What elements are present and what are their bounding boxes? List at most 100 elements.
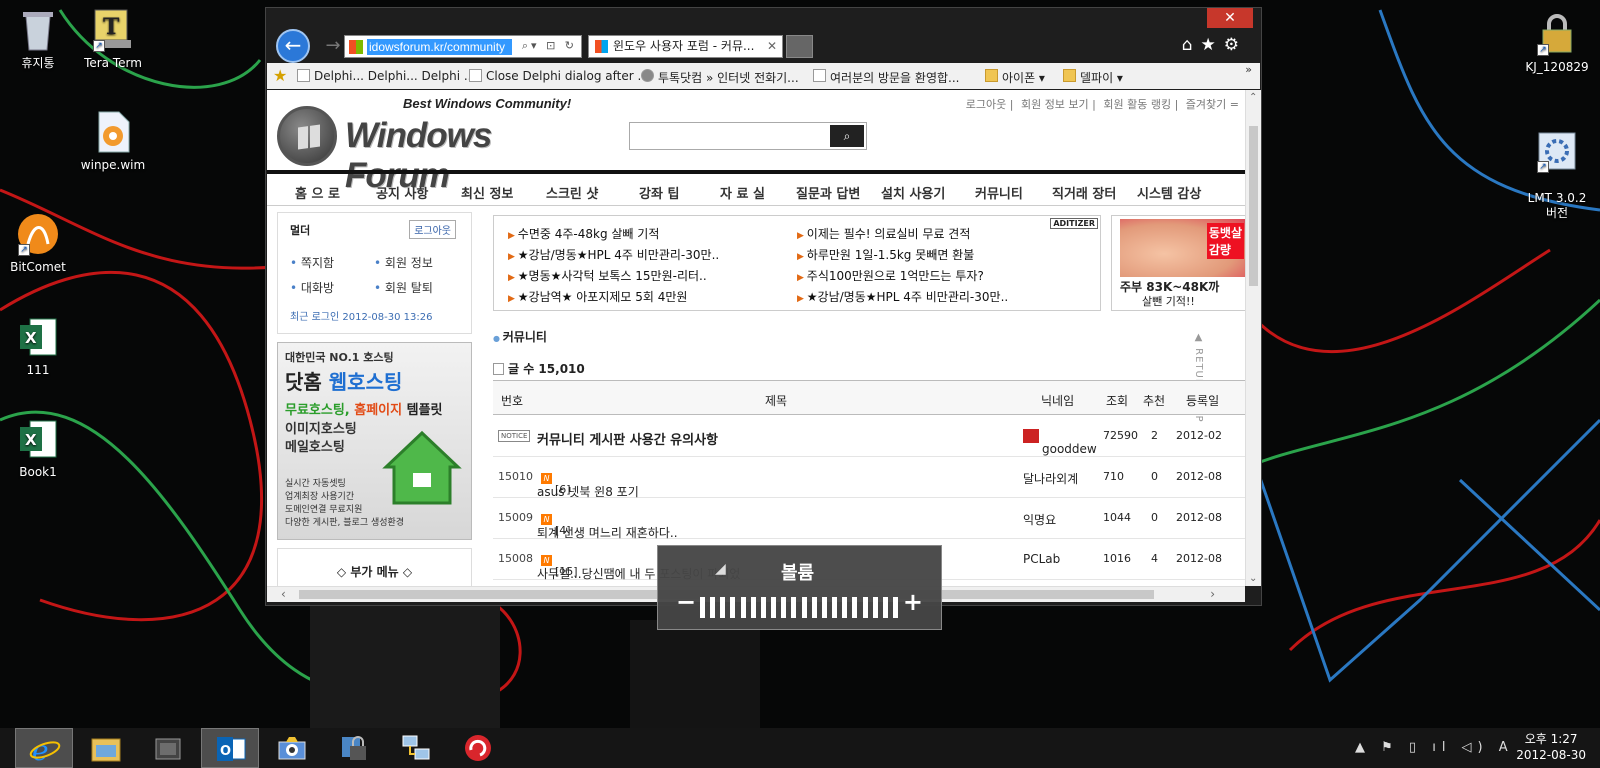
site-favicon: [349, 40, 363, 54]
ad-link[interactable]: 주식100만원으로 1억만드는 투자?: [797, 267, 984, 284]
system-tray-icons[interactable]: ▲ ⚑ ▯ ıl ◁) A: [1355, 728, 1514, 768]
ad-link[interactable]: ★강남/명동★HPL 4주 비만관리-30만..: [797, 288, 1008, 305]
taskbar-file-explorer[interactable]: [77, 728, 135, 768]
site-search-input[interactable]: ⌕: [629, 122, 867, 150]
image-ad[interactable]: 동뱃살 감량 주부 83K~48K까 살뺀 기적!!: [1111, 215, 1245, 311]
nav-tips[interactable]: 강좌 팁: [639, 183, 679, 202]
desktop-icon-book1[interactable]: X Book1: [0, 417, 83, 480]
post-title[interactable]: 커뮤니티 게시판 사용간 유의사항: [537, 429, 718, 448]
post-author[interactable]: PCLab: [1023, 552, 1060, 566]
taskbar-internet-explorer[interactable]: e: [15, 728, 73, 768]
desktop-icon-bitcomet[interactable]: ↗ BitComet: [0, 212, 83, 275]
volume-tick: [852, 597, 858, 618]
column-header[interactable]: 등록일: [1186, 392, 1219, 409]
post-title[interactable]: asus 넷북 윈8 포기 N [6]: [537, 470, 639, 499]
desktop-icon-lmt[interactable]: ↗ LMT 3.0.2 버전: [1512, 115, 1600, 235]
hosting-banner[interactable]: 대한민국 NO.1 호스팅 닷홈 웹호스팅 무료호스팅, 홈페이지 템플릿 이미…: [277, 342, 472, 540]
nav-notice[interactable]: 공지 사항: [376, 183, 428, 202]
favorite-folder[interactable]: 델파이 ▾: [1063, 69, 1123, 86]
ad-link[interactable]: 수면중 4주-48kg 살빼 기적: [508, 225, 660, 242]
table-row-notice[interactable]: NOTICE 커뮤니티 게시판 사용간 유의사항 gooddew 72590 2…: [493, 416, 1245, 457]
nav-community[interactable]: 커뮤니티: [975, 183, 1023, 202]
column-header[interactable]: 추천: [1143, 392, 1165, 409]
nav-home[interactable]: 홈 으 로: [295, 183, 340, 202]
search-icon[interactable]: ⌕: [830, 125, 864, 147]
desktop-icon-kj[interactable]: ↗ KJ_120829: [1512, 12, 1600, 75]
ad-network-badge: ADITIZER: [1050, 218, 1098, 229]
volume-level-bar[interactable]: [700, 597, 898, 618]
taskbar-camera-app[interactable]: [263, 728, 321, 768]
favorite-item[interactable]: Close Delphi dialog after ...: [469, 69, 649, 83]
post-author[interactable]: 달나라외계: [1023, 470, 1078, 487]
favorites-more-icon[interactable]: »: [1245, 63, 1252, 76]
volume-down-button[interactable]: −: [676, 588, 696, 616]
desktop-icon-111[interactable]: X 111: [0, 315, 83, 378]
house-icon: [382, 430, 462, 505]
bookmark-link[interactable]: 즐겨찾기 =: [1186, 98, 1239, 111]
chat-link[interactable]: 대화방: [290, 279, 334, 296]
table-row[interactable]: 15009 퇴계 선생 며느리 재혼하다.. N [4] 익명요 1044 0 20…: [493, 498, 1245, 540]
favorite-folder[interactable]: 아이폰 ▾: [985, 69, 1045, 86]
post-date: 2012-02: [1176, 429, 1222, 442]
toolbar-icons[interactable]: ⌂★⚙: [1182, 35, 1247, 55]
back-button[interactable]: ←: [276, 29, 310, 63]
volume-up-button[interactable]: +: [903, 588, 923, 616]
taskbar-network-app[interactable]: [387, 728, 445, 768]
taskbar-folder-app[interactable]: [139, 728, 197, 768]
nav-archive[interactable]: 자 료 실: [720, 183, 765, 202]
ad-link[interactable]: 하루만원 1일-1.5kg 못빼면 환불: [797, 246, 974, 263]
scroll-right-icon[interactable]: ›: [1210, 587, 1215, 601]
post-author[interactable]: gooddew: [1023, 429, 1097, 456]
nav-screenshot[interactable]: 스크린 샷: [546, 183, 598, 202]
address-url[interactable]: idowsforum.kr/community: [367, 39, 512, 55]
address-tools[interactable]: ⌕▾ ⊡ ↻: [522, 39, 577, 53]
nav-system[interactable]: 시스템 감상: [1137, 183, 1201, 202]
scroll-thumb[interactable]: [1249, 126, 1258, 286]
tab-active[interactable]: 윈도우 사용자 포럼 - 커뮤... ✕: [588, 35, 783, 58]
ad-link[interactable]: ★강남/명동★HPL 4주 비만관리-30만..: [508, 246, 719, 263]
nav-market[interactable]: 직거래 장터: [1052, 183, 1116, 202]
table-row[interactable]: 15010 asus 넷북 윈8 포기 N [6] 달나라외계 710 0 2012…: [493, 457, 1245, 499]
member-info-link[interactable]: 회원 정보 보기: [1021, 98, 1089, 111]
tab-close-icon[interactable]: ✕: [767, 36, 777, 57]
new-tab-button[interactable]: [786, 35, 813, 58]
column-header[interactable]: 조회: [1106, 392, 1128, 409]
logout-button[interactable]: 로그아웃: [409, 220, 456, 239]
withdraw-link[interactable]: 회원 탈퇴: [374, 279, 433, 296]
post-title[interactable]: 사무엘...당신땜에 내 두 포스팅이 파되었 N [15]: [537, 552, 740, 581]
favorites-star-icon[interactable]: ★: [273, 66, 287, 85]
ad-link[interactable]: ★명동★사각턱 보톡스 15만원-리터..: [508, 267, 707, 284]
messages-link[interactable]: 쪽지함: [290, 254, 334, 271]
member-info-link[interactable]: 회원 정보: [374, 254, 433, 271]
nav-news[interactable]: 최신 정보: [461, 183, 513, 202]
scroll-left-icon[interactable]: ‹: [281, 587, 286, 601]
desktop-icon-label: 111: [26, 363, 50, 377]
desktop-icon-winpe[interactable]: winpe.wim: [68, 110, 158, 173]
taskbar-red-app[interactable]: [449, 728, 507, 768]
ad-link[interactable]: ★강남역★ 아포지제모 5회 4만원: [508, 288, 688, 305]
extra-menu[interactable]: ◇ 부가 메뉴 ◇: [277, 548, 472, 586]
desktop-icon-tera-term[interactable]: T ↗ Tera Term: [68, 8, 158, 71]
logout-link[interactable]: 로그아웃: [966, 98, 1006, 111]
vertical-scrollbar[interactable]: ⌃ ⌄: [1245, 90, 1261, 586]
address-bar[interactable]: idowsforum.kr/community ⌕▾ ⊡ ↻: [344, 35, 582, 58]
favorite-item[interactable]: Delphi... Delphi... Delphi ...: [297, 69, 475, 83]
site-logo[interactable]: Best Windows Community! Windows Forum: [277, 96, 587, 195]
nav-reviews[interactable]: 설치 사용기: [881, 183, 945, 202]
scroll-up-icon[interactable]: ⌃: [1249, 92, 1257, 103]
taskbar-outlook[interactable]: O: [201, 728, 259, 768]
favorite-item[interactable]: 투톡닷컴 » 인터넷 전화기...: [641, 69, 799, 86]
favorite-item[interactable]: 여러분의 방문을 환영합...: [813, 69, 959, 86]
settings-app-icon: ↗: [1535, 129, 1579, 173]
volume-tick: [872, 597, 878, 618]
ad-link[interactable]: 이제는 필수! 의료실비 무료 견적: [797, 225, 971, 242]
taskbar-clock[interactable]: 오후 1:27 2012-08-30: [1516, 731, 1586, 763]
member-ranking-link[interactable]: 회원 활동 랭킹: [1103, 98, 1171, 111]
nav-qna[interactable]: 질문과 답변: [796, 183, 860, 202]
window-close-button[interactable]: ✕: [1207, 8, 1253, 28]
column-header[interactable]: 닉네임: [1041, 392, 1074, 409]
post-author[interactable]: 익명요: [1023, 511, 1056, 528]
scroll-down-icon[interactable]: ⌄: [1249, 573, 1257, 584]
post-title[interactable]: 퇴계 선생 며느리 재혼하다.. N [4]: [537, 511, 678, 540]
taskbar-security-app[interactable]: [325, 728, 383, 768]
